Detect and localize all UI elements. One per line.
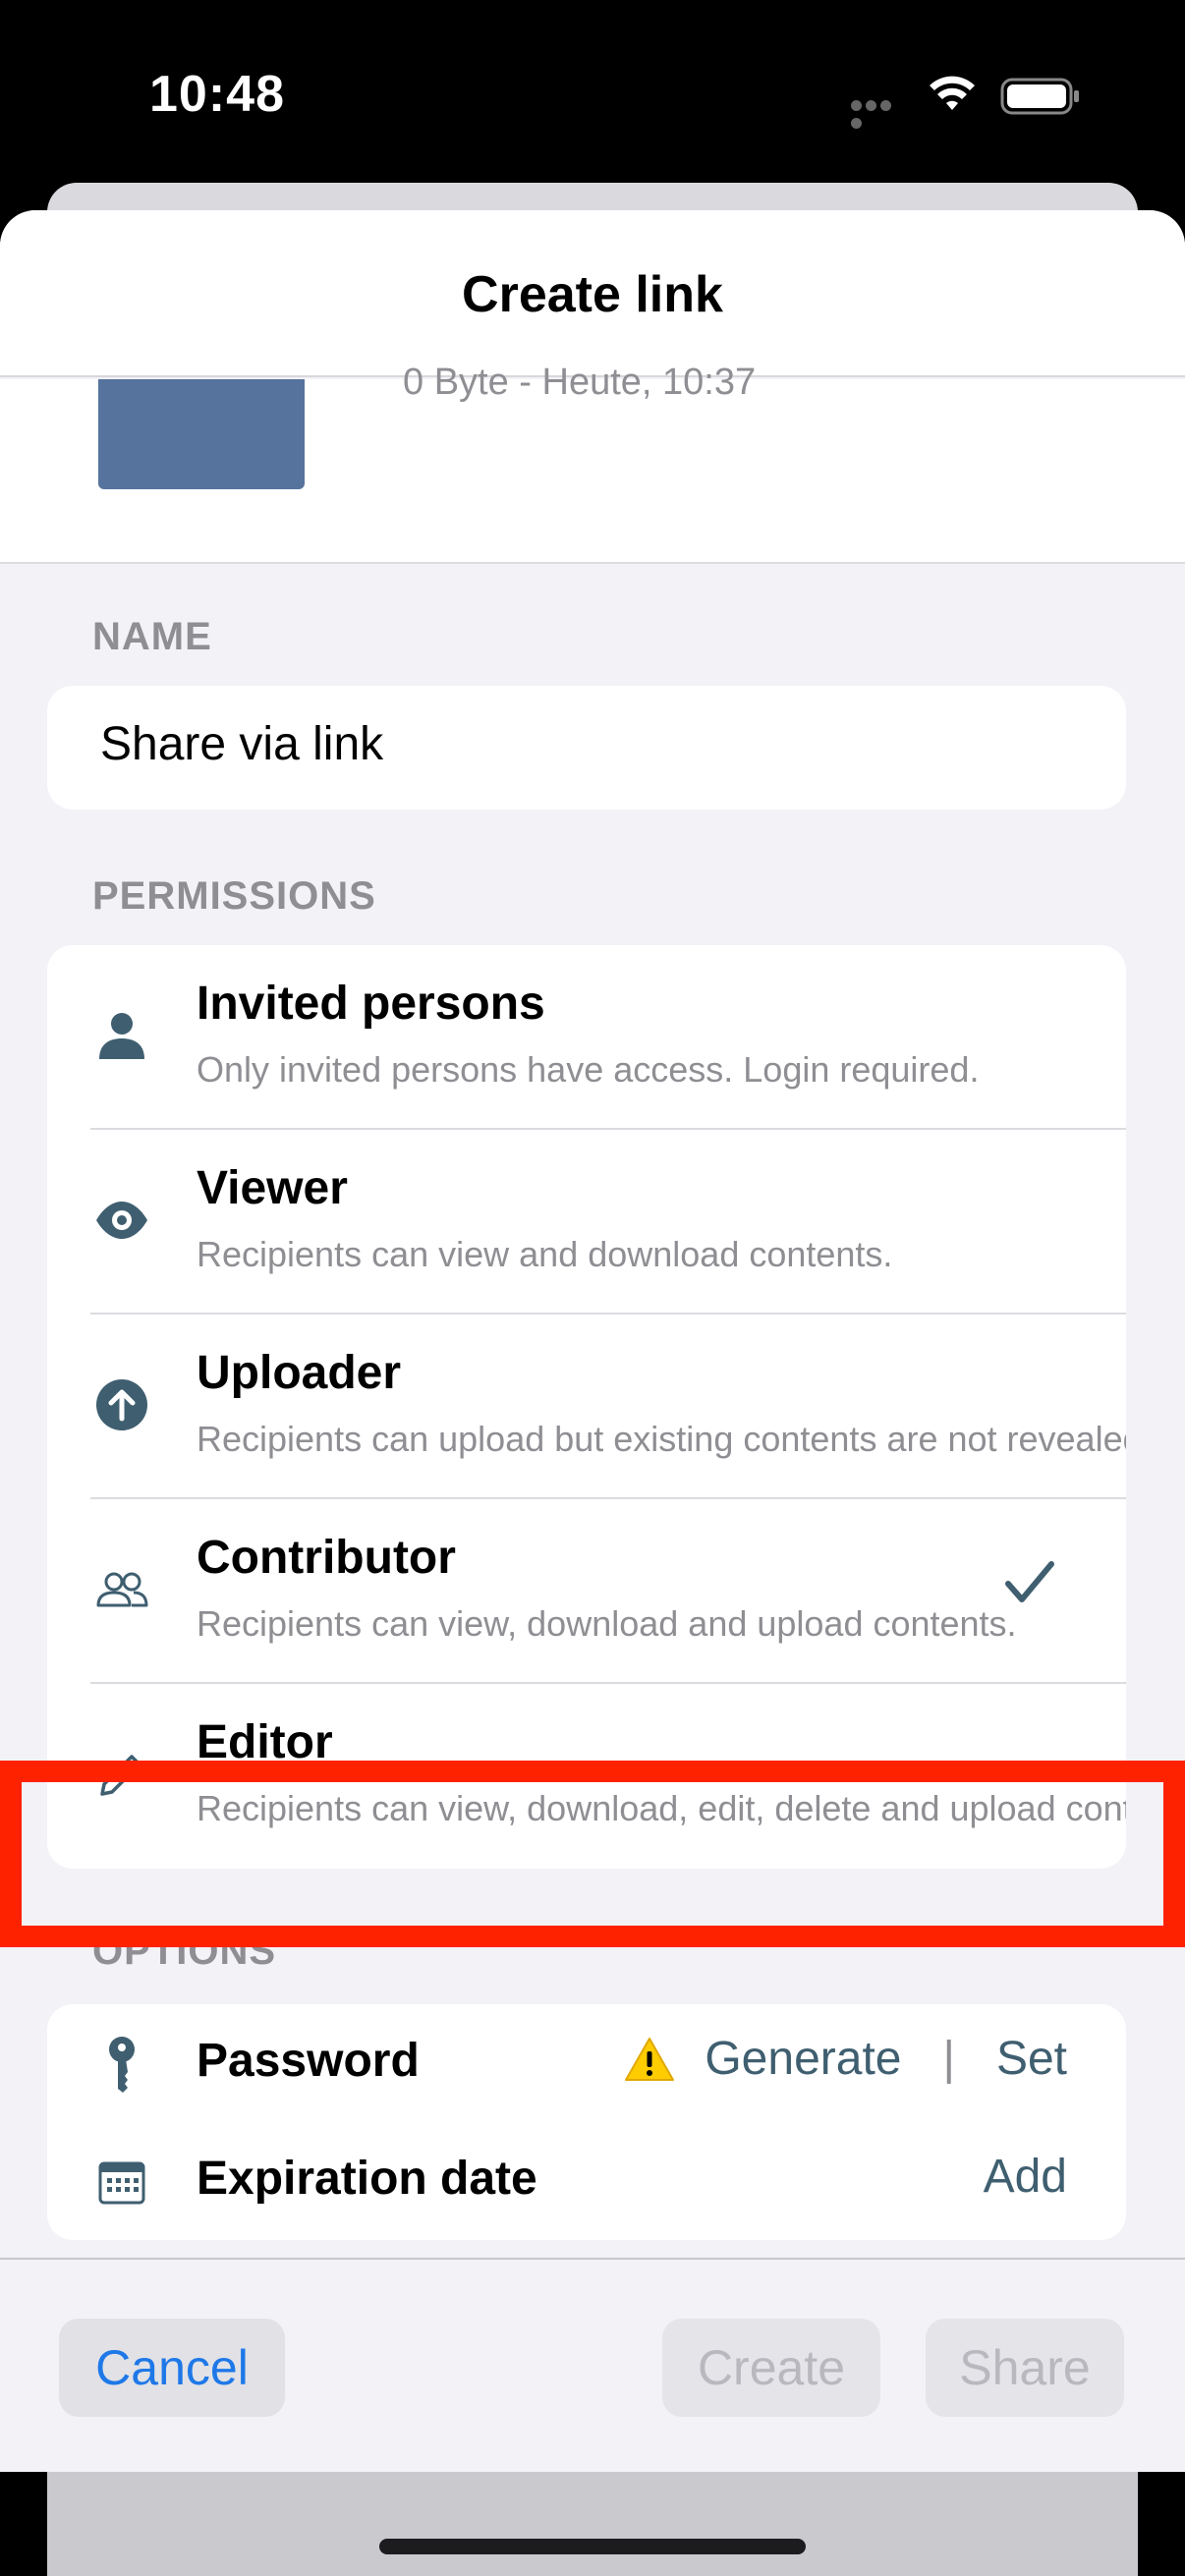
expiration-actions: Add (984, 2150, 1067, 2204)
permission-editor[interactable]: Editor Recipients can view, download, ed… (47, 1684, 1126, 1869)
permission-title: Contributor (197, 1532, 456, 1584)
sheet-title: Create link (462, 266, 723, 323)
password-actions: Generate | Set (624, 2032, 1067, 2086)
wifi-icon (930, 76, 975, 110)
sheet-header: Create link (0, 210, 1185, 377)
sheet-footer: Cancel Create Share (0, 2258, 1185, 2472)
name-field[interactable]: Share via link (47, 686, 1126, 810)
file-thumbnail (98, 379, 305, 489)
key-icon (109, 2037, 135, 2093)
cellular-dots-icon (851, 98, 906, 129)
permission-desc: Recipients can view, download, edit, del… (197, 1788, 1126, 1828)
eye-icon (96, 1202, 147, 1239)
set-password-button[interactable]: Set (996, 2032, 1067, 2086)
permissions-section-label: PERMISSIONS (92, 874, 376, 918)
permissions-list: Invited persons Only invited persons hav… (47, 945, 1126, 1869)
permission-desc: Recipients can view and download content… (197, 1234, 893, 1274)
background-card-bottom (47, 2472, 1138, 2576)
permission-desc: Recipients can upload but existing conte… (197, 1419, 1126, 1459)
permission-invited-persons[interactable]: Invited persons Only invited persons hav… (47, 945, 1126, 1130)
permission-desc: Only invited persons have access. Login … (197, 1049, 980, 1090)
permission-viewer[interactable]: Viewer Recipients can view and download … (47, 1130, 1126, 1315)
permission-title: Invited persons (197, 978, 545, 1030)
share-button[interactable]: Share (926, 2319, 1124, 2417)
name-field-value: Share via link (100, 718, 384, 770)
permission-uploader[interactable]: Uploader Recipients can upload but exist… (47, 1315, 1126, 1499)
person-icon (99, 1013, 144, 1059)
generate-password-button[interactable]: Generate (705, 2032, 901, 2086)
option-title: Expiration date (197, 2153, 537, 2205)
warning-icon (625, 2037, 675, 2081)
options-list: Password Generate | Set Expiration date … (47, 2004, 1126, 2240)
calendar-icon (98, 2161, 145, 2205)
file-preview: 0 Byte - Heute, 10:37 (0, 362, 1185, 564)
permission-desc: Recipients can view, download and upload… (197, 1603, 1017, 1644)
status-bar: 10:48 (0, 0, 1185, 187)
permission-title: Editor (197, 1716, 333, 1768)
add-expiration-button[interactable]: Add (984, 2150, 1067, 2204)
home-indicator[interactable] (379, 2539, 806, 2554)
name-section-label: NAME (92, 615, 212, 658)
action-separator: | (942, 2033, 955, 2085)
option-password: Password Generate | Set (47, 2004, 1126, 2122)
people-icon (96, 1572, 148, 1607)
permission-title: Uploader (197, 1347, 402, 1399)
cancel-button[interactable]: Cancel (59, 2319, 285, 2417)
permission-title: Viewer (197, 1162, 348, 1214)
file-meta: 0 Byte - Heute, 10:37 (403, 362, 757, 403)
option-title: Password (197, 2035, 420, 2087)
pencil-icon (100, 1755, 141, 1796)
options-section-label: OPTIONS (92, 1930, 277, 1973)
checkmark-icon (1005, 1561, 1054, 1602)
create-button[interactable]: Create (662, 2319, 880, 2417)
permission-contributor[interactable]: Contributor Recipients can view, downloa… (47, 1499, 1126, 1684)
battery-icon (1000, 78, 1079, 115)
create-link-sheet: Create link 0 Byte - Heute, 10:37 NAME S… (0, 210, 1185, 2472)
upload-arrow-icon (96, 1379, 147, 1430)
option-expiration-date: Expiration date Add (47, 2122, 1126, 2240)
status-time: 10:48 (149, 66, 285, 123)
